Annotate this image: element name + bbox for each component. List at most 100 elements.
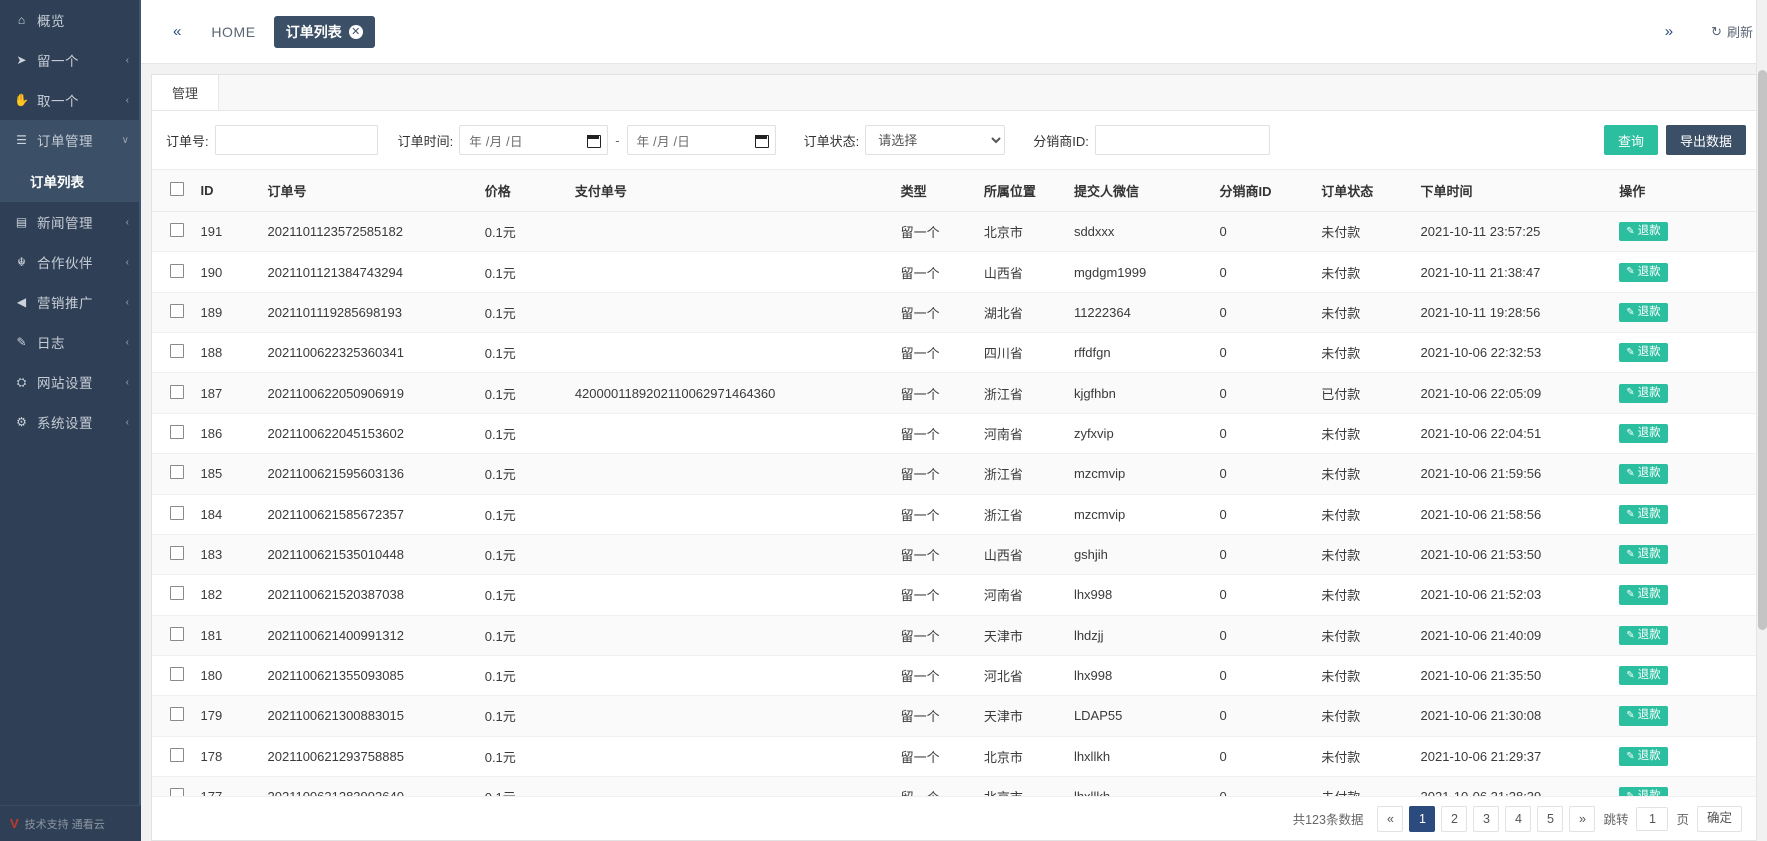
cell-wechat: lhx998 [1074,655,1220,695]
refund-button[interactable]: ✎退款 [1619,585,1667,604]
row-checkbox[interactable] [170,506,184,520]
sidebar-item-order-management[interactable]: ☰ 订单管理 ∨ [0,120,141,160]
order-status-select[interactable]: 请选择 [865,125,1005,155]
dealer-id-input[interactable] [1095,125,1270,155]
row-checkbox[interactable] [170,304,184,318]
sidebar-item-logs[interactable]: ✎ 日志 ‹ [0,322,141,362]
table-row[interactable]: 19020211011213847432940.1元留一个山西省mgdgm199… [152,252,1758,292]
refund-button[interactable]: ✎退款 [1619,747,1667,766]
cell-time: 2021-10-06 22:32:53 [1421,333,1620,373]
page-scrollbar[interactable] [1756,0,1767,841]
close-icon[interactable]: ✕ [349,25,363,39]
refund-button[interactable]: ✎退款 [1619,626,1667,645]
page-scrollbar-thumb[interactable] [1758,70,1767,630]
query-button[interactable]: 查询 [1604,125,1658,155]
pagination-next-button[interactable]: » [1569,806,1595,832]
row-checkbox[interactable] [170,425,184,439]
sidebar-item-site-settings[interactable]: ⛭ 网站设置 ‹ [0,362,141,402]
sidebar-item-system-settings[interactable]: ⚙ 系统设置 ‹ [0,402,141,442]
table-row[interactable]: 18620211006220451536020.1元留一个河南省zyfxvip0… [152,413,1758,453]
sidebar-item-take-one[interactable]: ✋ 取一个 ‹ [0,80,141,120]
order-no-input[interactable] [215,125,378,155]
pagination-page-1[interactable]: 1 [1409,806,1435,832]
tab-order-list[interactable]: 订单列表 ✕ [274,16,375,48]
scroll-tabs-right-icon[interactable]: » [1651,24,1685,39]
export-data-button[interactable]: 导出数据 [1666,125,1746,155]
refund-button[interactable]: ✎退款 [1619,222,1667,241]
pagination-page-2[interactable]: 2 [1441,806,1467,832]
pagination-page-5[interactable]: 5 [1537,806,1563,832]
table-row[interactable]: 19120211011235725851820.1元留一个北京市sddxxx0未… [152,212,1758,252]
sidebar-item-partners[interactable]: ☬ 合作伙伴 ‹ [0,242,141,282]
row-checkbox[interactable] [170,264,184,278]
sidebar-item-leave-one[interactable]: ➤ 留一个 ‹ [0,40,141,80]
cell-wechat: mgdgm1999 [1074,252,1220,292]
pagination-jump-input[interactable] [1636,807,1668,831]
order-date-end-input[interactable]: 年 /月 /日 [627,125,776,155]
pagination-page-4[interactable]: 4 [1505,806,1531,832]
tab-management[interactable]: 管理 [152,75,219,110]
row-checkbox[interactable] [170,223,184,237]
calendar-icon[interactable] [755,133,768,147]
refund-button[interactable]: ✎退款 [1619,424,1667,443]
row-checkbox[interactable] [170,546,184,560]
table-row[interactable]: 18220211006215203870380.1元留一个河南省lhx9980未… [152,575,1758,615]
table-row[interactable]: 18520211006215956031360.1元留一个浙江省mzcmvip0… [152,454,1758,494]
cell-location: 浙江省 [984,373,1074,413]
table-row[interactable]: 18920211011192856981930.1元留一个湖北省11222364… [152,292,1758,332]
refund-button[interactable]: ✎退款 [1619,384,1667,403]
refund-button[interactable]: ✎退款 [1619,706,1667,725]
megaphone-icon: ◀ [14,296,29,308]
refresh-button[interactable]: ↻ 刷新 [1711,22,1753,41]
cell-order-no: 2021100622325360341 [268,333,485,373]
row-checkbox[interactable] [170,465,184,479]
table-row[interactable]: 17920211006213008830150.1元留一个天津市LDAP550未… [152,696,1758,736]
scroll-tabs-left-icon[interactable]: « [159,24,193,39]
table-row[interactable]: 18420211006215856723570.1元留一个浙江省mzcmvip0… [152,494,1758,534]
row-checkbox-cell [152,736,201,776]
row-checkbox[interactable] [170,748,184,762]
sidebar-item-marketing[interactable]: ◀ 营销推广 ‹ [0,282,141,322]
refund-button[interactable]: ✎退款 [1619,263,1667,282]
refund-button[interactable]: ✎退款 [1619,505,1667,524]
calendar-icon[interactable] [587,133,600,147]
order-date-start-input[interactable]: 年 /月 /日 [459,125,608,155]
table-row[interactable]: 18020211006213550930850.1元留一个河北省lhx9980未… [152,655,1758,695]
pagination-page-3[interactable]: 3 [1473,806,1499,832]
cell-price: 0.1元 [485,655,575,695]
tab-home[interactable]: HOME [193,24,273,40]
order-time-label: 订单时间: [398,131,454,150]
chevron-right-icon: ‹ [126,337,129,348]
cell-pay-no [575,212,901,252]
order-table-body: 19120211011235725851820.1元留一个北京市sddxxx0未… [152,212,1758,841]
date-start-placeholder: 年 /月 /日 [469,131,523,150]
sidebar-subitem-order-list[interactable]: 订单列表 [0,160,141,202]
sidebar-item-label: 订单管理 [37,130,114,150]
refund-button[interactable]: ✎退款 [1619,464,1667,483]
refund-button[interactable]: ✎退款 [1619,666,1667,685]
cell-id: 182 [201,575,268,615]
row-checkbox[interactable] [170,707,184,721]
row-checkbox[interactable] [170,667,184,681]
table-row[interactable]: 18320211006215350104480.1元留一个山西省gshjih0未… [152,534,1758,574]
table-row[interactable]: 18720211006220509069190.1元42000011892021… [152,373,1758,413]
row-checkbox[interactable] [170,385,184,399]
table-row[interactable]: 18820211006223253603410.1元留一个四川省rffdfgn0… [152,333,1758,373]
table-row[interactable]: 18120211006214009913120.1元留一个天津市lhdzjj0未… [152,615,1758,655]
refund-button[interactable]: ✎退款 [1619,343,1667,362]
row-checkbox[interactable] [170,627,184,641]
refund-button[interactable]: ✎退款 [1619,303,1667,322]
pagination-confirm-button[interactable]: 确定 [1697,806,1742,832]
pagination-prev-button[interactable]: « [1377,806,1403,832]
row-checkbox[interactable] [170,586,184,600]
table-row[interactable]: 17820211006212937588850.1元留一个北京市lhxllkh0… [152,736,1758,776]
sidebar-item-news-management[interactable]: ▤ 新闻管理 ‹ [0,202,141,242]
row-checkbox[interactable] [170,344,184,358]
row-checkbox-cell [152,373,201,413]
select-all-checkbox[interactable] [170,182,184,196]
sidebar-item-overview[interactable]: ⌂ 概览 [0,0,141,40]
refund-button[interactable]: ✎退款 [1619,545,1667,564]
home-icon: ⌂ [14,14,29,26]
cell-time: 2021-10-06 21:30:08 [1421,696,1620,736]
edit-icon: ✎ [1626,266,1634,278]
